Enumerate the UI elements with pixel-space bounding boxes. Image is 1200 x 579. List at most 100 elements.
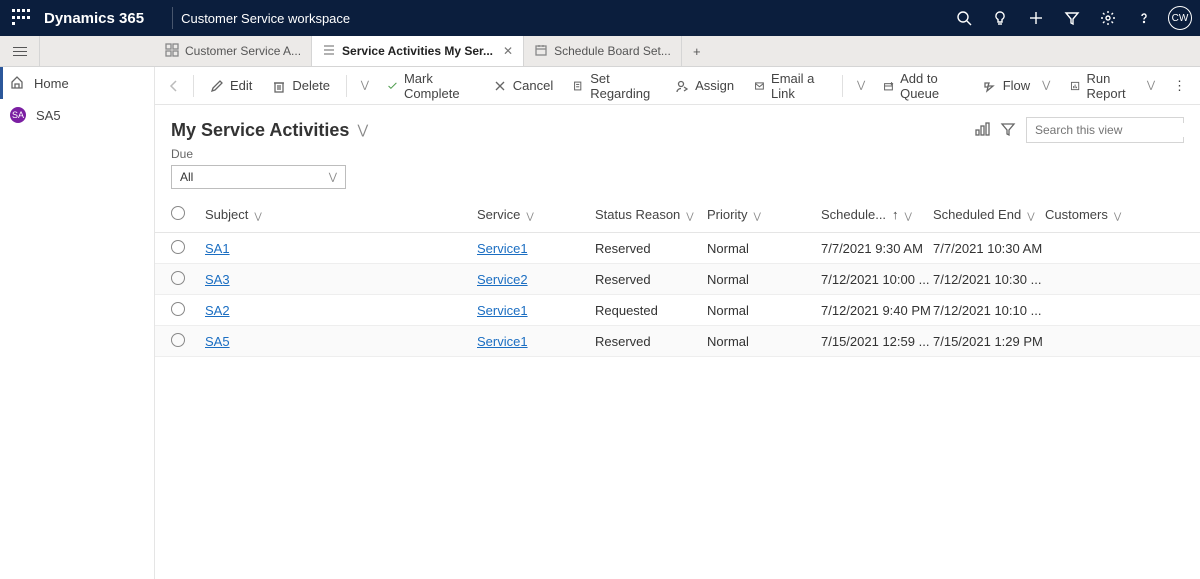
divider <box>172 7 173 29</box>
search-input[interactable] <box>1035 123 1190 137</box>
table-row[interactable]: SA1 Service1 Reserved Normal 7/7/2021 9:… <box>155 233 1200 264</box>
tab-customer-service[interactable]: Customer Service A... <box>155 36 312 66</box>
back-button[interactable] <box>163 79 185 93</box>
table-row[interactable]: SA3 Service2 Reserved Normal 7/12/2021 1… <box>155 264 1200 295</box>
app-launcher-icon[interactable] <box>12 9 30 27</box>
status-cell: Reserved <box>595 272 651 287</box>
service-link[interactable]: Service2 <box>477 272 528 287</box>
workspace-label: Customer Service workspace <box>181 11 350 26</box>
sort-up-icon: ↑ <box>892 207 899 222</box>
row-checkbox[interactable] <box>171 271 185 285</box>
chevron-down-icon[interactable]: ⋁ <box>753 211 760 221</box>
lightbulb-icon[interactable] <box>982 0 1018 36</box>
column-header-customers[interactable]: Customers <box>1045 207 1108 222</box>
status-cell: Requested <box>595 303 658 318</box>
status-cell: Reserved <box>595 241 651 256</box>
column-header-sched-end[interactable]: Scheduled End <box>933 207 1021 222</box>
chevron-down-icon[interactable]: ⋁ <box>686 211 693 221</box>
cancel-button[interactable]: Cancel <box>485 72 561 100</box>
tab-schedule-board[interactable]: Schedule Board Set... <box>524 36 682 66</box>
edit-button[interactable]: Edit <box>202 72 260 100</box>
delete-button[interactable]: Delete <box>264 72 338 100</box>
priority-cell: Normal <box>707 334 749 349</box>
chevron-down-icon: ⋁ <box>857 80 865 91</box>
chart-icon[interactable] <box>974 121 990 140</box>
chevron-down-icon[interactable]: ⋁ <box>1114 211 1121 221</box>
view-title[interactable]: My Service Activities <box>171 120 349 141</box>
search-icon[interactable] <box>946 0 982 36</box>
sched-start-cell: 7/12/2021 10:00 ... <box>821 272 929 287</box>
due-filter-select[interactable]: All ⋁ <box>171 165 346 189</box>
column-header-sched-start[interactable]: Schedule... <box>821 207 886 222</box>
subject-link[interactable]: SA5 <box>205 334 230 349</box>
search-box[interactable] <box>1026 117 1184 143</box>
email-link-dropdown[interactable]: ⋁ <box>851 72 871 100</box>
chevron-down-icon: ⋁ <box>329 172 337 183</box>
table-row[interactable]: SA5 Service1 Reserved Normal 7/15/2021 1… <box>155 326 1200 357</box>
run-report-button[interactable]: Run Report⋁ <box>1062 72 1163 100</box>
flow-button[interactable]: Flow⋁ <box>975 72 1059 100</box>
help-icon[interactable] <box>1126 0 1162 36</box>
assign-button[interactable]: Assign <box>667 72 742 100</box>
select-all-checkbox[interactable] <box>171 206 185 220</box>
data-grid: Subject ⋁ Service ⋁ Status Reason ⋁ Priorit… <box>155 197 1200 579</box>
top-bar: Dynamics 365 Customer Service workspace … <box>0 0 1200 36</box>
row-checkbox[interactable] <box>171 333 185 347</box>
chevron-down-icon[interactable]: ⋁ <box>1027 211 1034 221</box>
sidebar: Home SA SA5 <box>0 67 155 579</box>
column-header-priority[interactable]: Priority <box>707 207 747 222</box>
tab-label: Service Activities My Ser... <box>342 44 493 58</box>
filter-icon[interactable] <box>1000 121 1016 140</box>
sched-start-cell: 7/12/2021 9:40 PM <box>821 303 931 318</box>
brand-label: Dynamics 365 <box>44 10 144 27</box>
sched-start-cell: 7/7/2021 9:30 AM <box>821 241 923 256</box>
column-header-status[interactable]: Status Reason <box>595 207 680 222</box>
chevron-down-icon: ⋁ <box>1042 80 1050 91</box>
add-to-queue-button[interactable]: Add to Queue <box>875 72 971 100</box>
plus-icon[interactable] <box>1018 0 1054 36</box>
filter-icon[interactable] <box>1054 0 1090 36</box>
service-link[interactable]: Service1 <box>477 334 528 349</box>
delete-dropdown[interactable]: ⋁ <box>355 72 375 100</box>
sched-end-cell: 7/12/2021 10:30 ... <box>933 272 1041 287</box>
view-header: My Service Activities ⋁ <box>155 105 1200 147</box>
overflow-menu[interactable]: ⋮ <box>1167 72 1192 100</box>
user-avatar[interactable]: CW <box>1168 6 1192 30</box>
tab-label: Customer Service A... <box>185 44 301 58</box>
tab-service-activities[interactable]: Service Activities My Ser... ✕ <box>312 36 524 66</box>
sched-end-cell: 7/12/2021 10:10 ... <box>933 303 1041 318</box>
subject-link[interactable]: SA3 <box>205 272 230 287</box>
chevron-down-icon[interactable]: ⋁ <box>905 211 912 221</box>
dashboard-icon <box>165 43 179 60</box>
priority-cell: Normal <box>707 272 749 287</box>
column-header-service[interactable]: Service <box>477 207 520 222</box>
set-regarding-button[interactable]: Set Regarding <box>565 72 663 100</box>
add-tab-button[interactable]: + <box>682 36 712 66</box>
column-header-subject[interactable]: Subject <box>205 207 248 222</box>
grid-header: Subject ⋁ Service ⋁ Status Reason ⋁ Priorit… <box>155 197 1200 233</box>
filter-value: All <box>180 170 193 184</box>
tab-label: Schedule Board Set... <box>554 44 671 58</box>
mark-complete-button[interactable]: Mark Complete <box>379 72 481 100</box>
row-checkbox[interactable] <box>171 302 185 316</box>
close-icon[interactable]: ✕ <box>503 44 513 58</box>
gear-icon[interactable] <box>1090 0 1126 36</box>
email-link-button[interactable]: Email a Link <box>746 72 834 100</box>
service-link[interactable]: Service1 <box>477 303 528 318</box>
sidebar-item-record[interactable]: SA SA5 <box>0 99 154 131</box>
hamburger-menu[interactable] <box>0 36 40 66</box>
subject-link[interactable]: SA1 <box>205 241 230 256</box>
subject-link[interactable]: SA2 <box>205 303 230 318</box>
chevron-down-icon[interactable]: ⋁ <box>526 211 533 221</box>
chevron-down-icon: ⋁ <box>1147 80 1155 91</box>
service-link[interactable]: Service1 <box>477 241 528 256</box>
chevron-down-icon[interactable]: ⋁ <box>254 211 261 221</box>
tab-strip: Customer Service A... Service Activities… <box>0 36 1200 67</box>
row-checkbox[interactable] <box>171 240 185 254</box>
sidebar-item-home[interactable]: Home <box>0 67 154 99</box>
table-row[interactable]: SA2 Service1 Requested Normal 7/12/2021 … <box>155 295 1200 326</box>
status-cell: Reserved <box>595 334 651 349</box>
chevron-down-icon: ⋁ <box>361 80 369 91</box>
sched-end-cell: 7/7/2021 10:30 AM <box>933 241 1042 256</box>
chevron-down-icon[interactable]: ⋁ <box>357 122 368 138</box>
